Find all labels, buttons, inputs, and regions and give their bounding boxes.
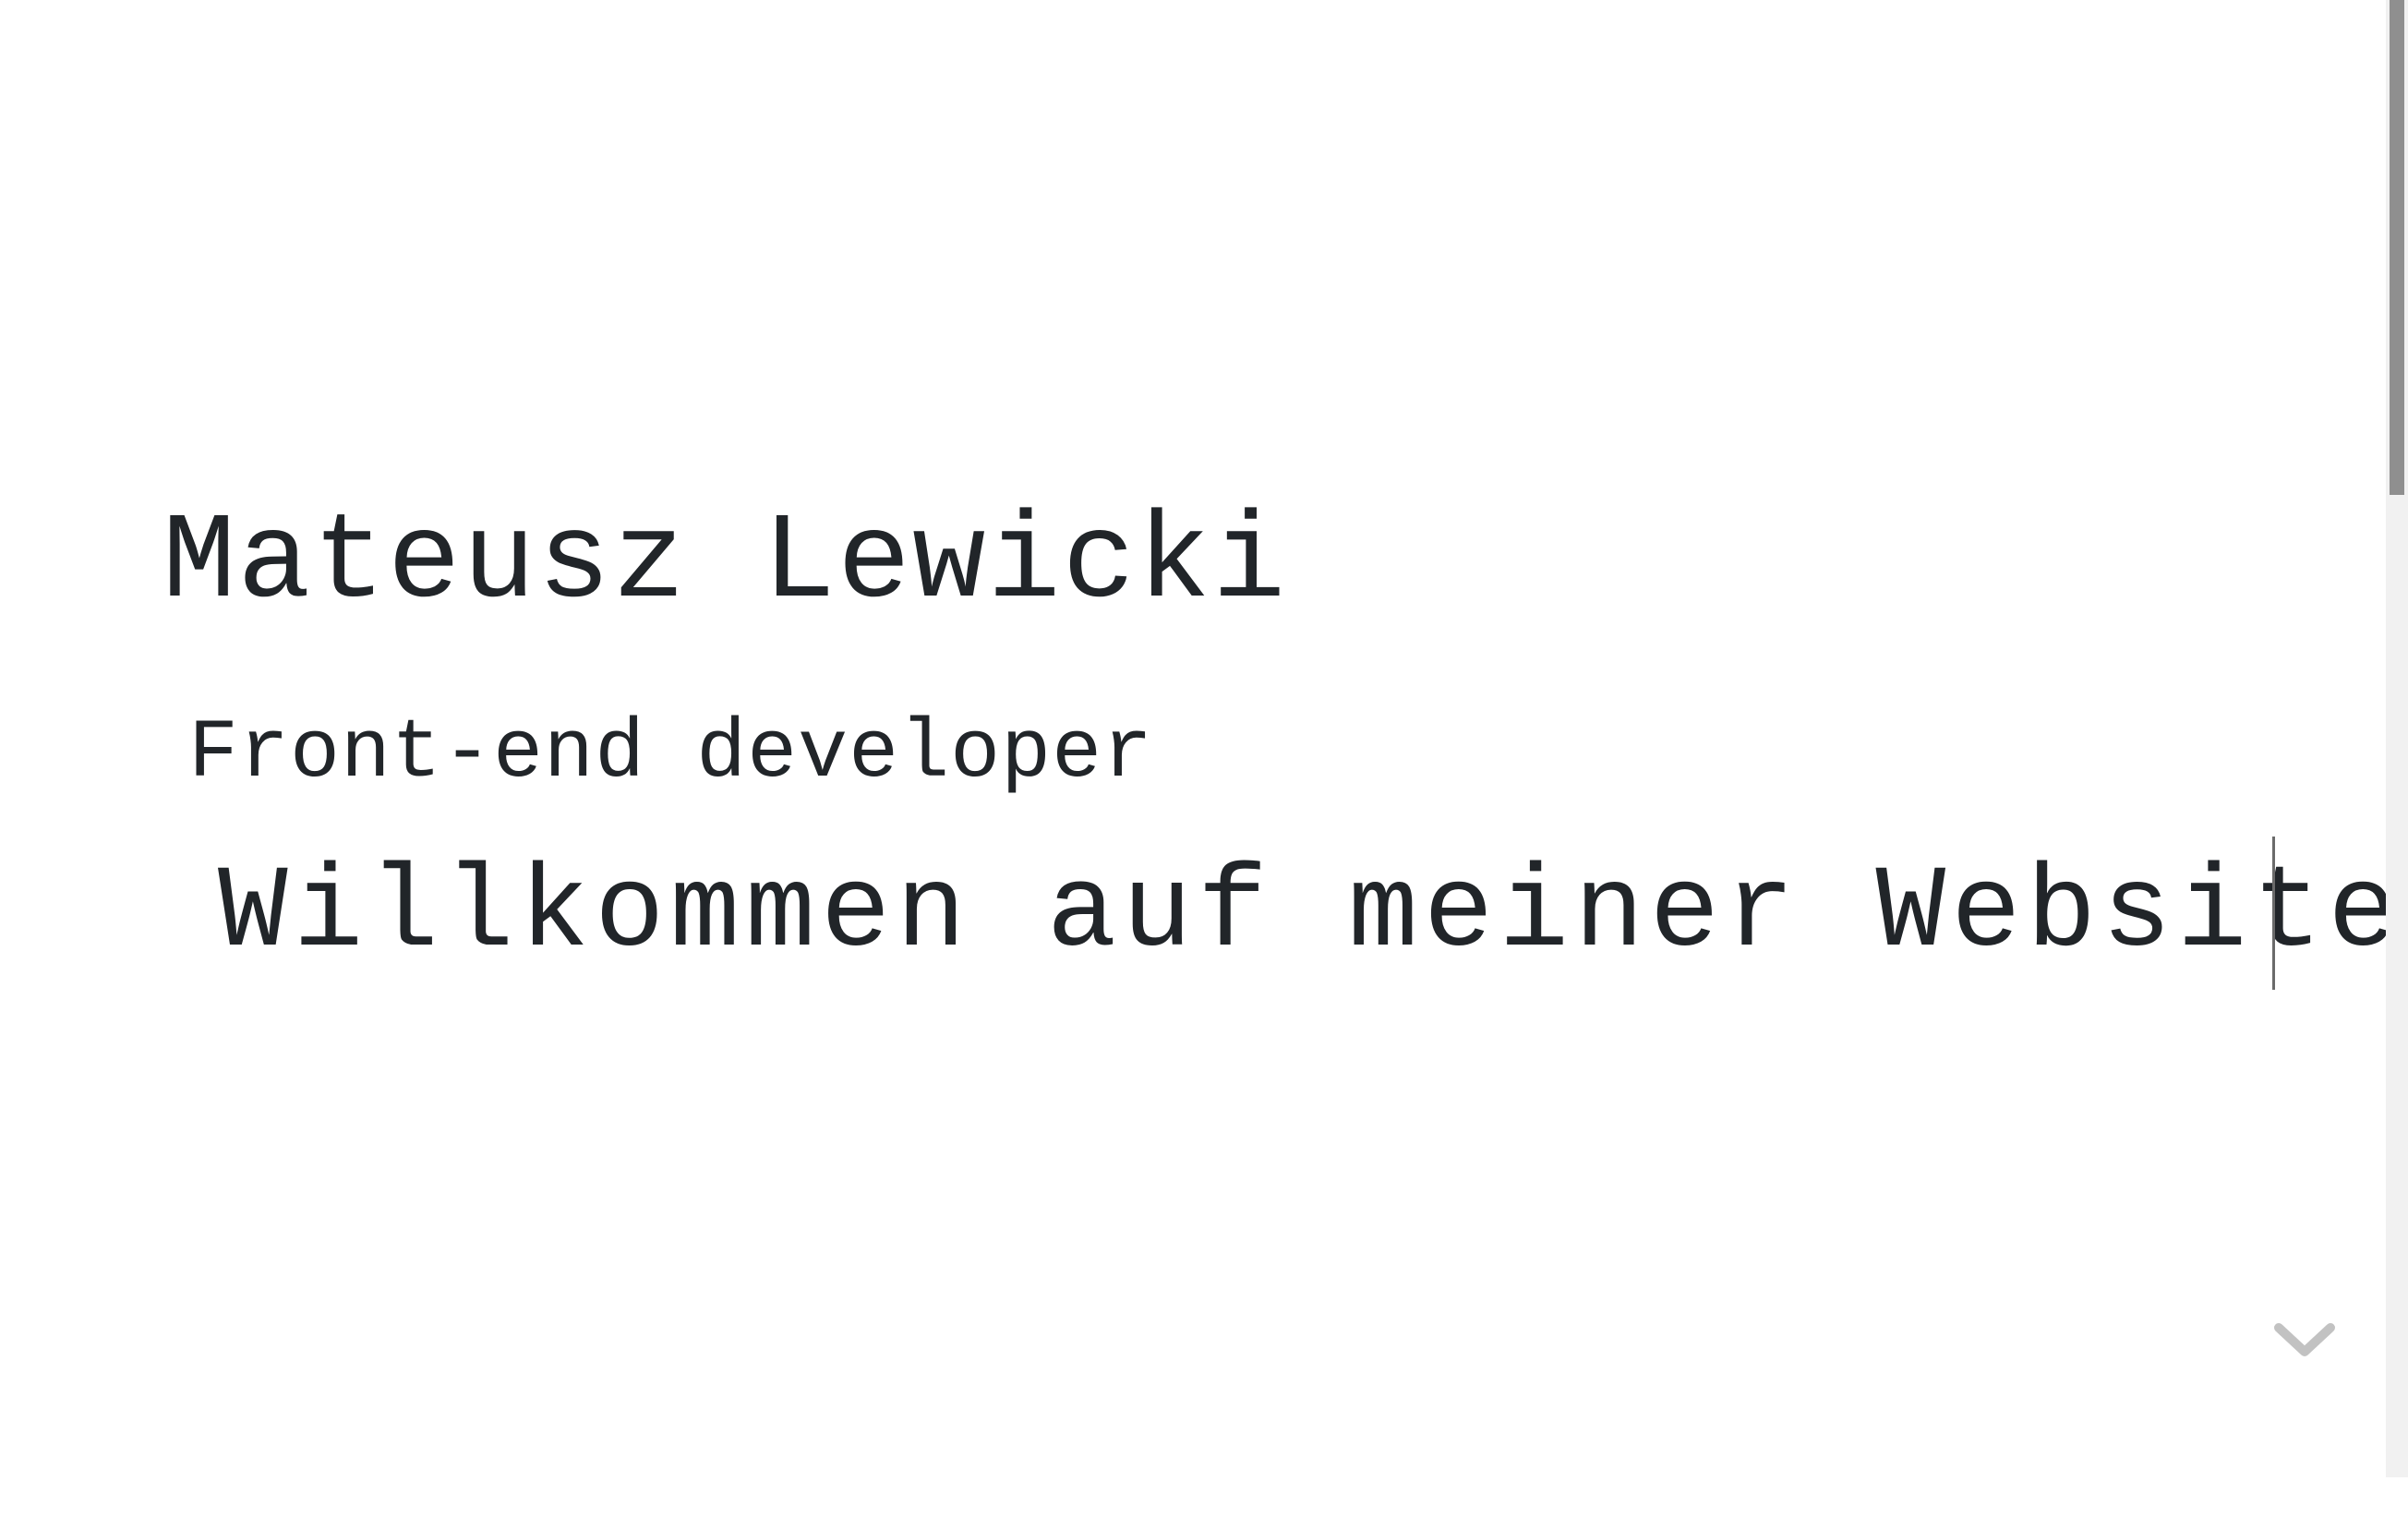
scrollbar-thumb[interactable]: [2390, 0, 2404, 495]
chevron-down-icon: [2268, 1311, 2342, 1366]
hero-welcome-text: Willkommen auf meiner Website: [218, 848, 2403, 980]
hero-role: Front-end developer: [188, 707, 1154, 801]
hero-name: Mateusz Lewicki: [163, 494, 1288, 632]
vertical-scrollbar[interactable]: [2386, 0, 2408, 1477]
hero-section: Mateusz Lewicki Front-end developer Will…: [0, 0, 2398, 1474]
page-bottom-area: [0, 1477, 2408, 1529]
scroll-down-button[interactable]: [2268, 1311, 2342, 1366]
typing-caret: [2272, 837, 2275, 990]
